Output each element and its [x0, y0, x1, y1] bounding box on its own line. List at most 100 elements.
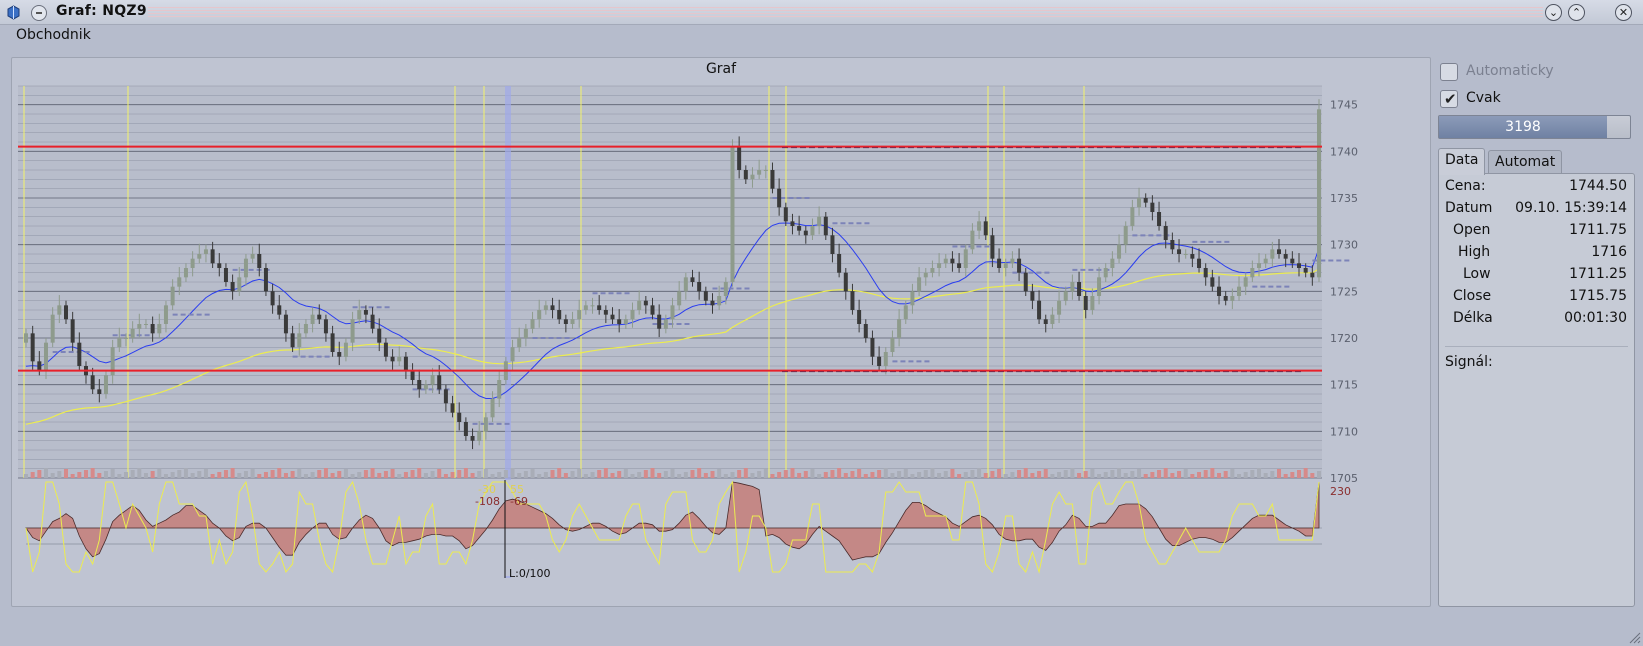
- candle-body[interactable]: [177, 277, 182, 287]
- candle-body[interactable]: [330, 333, 335, 352]
- candle-body[interactable]: [917, 277, 922, 292]
- candle-body[interactable]: [863, 324, 868, 338]
- candle-body[interactable]: [1157, 212, 1162, 226]
- candle-body[interactable]: [157, 324, 162, 334]
- candle-body[interactable]: [843, 272, 848, 292]
- candle-body[interactable]: [650, 305, 655, 315]
- candle-body[interactable]: [123, 338, 128, 339]
- candle-body[interactable]: [37, 361, 42, 371]
- candle-body[interactable]: [237, 277, 242, 292]
- candle-body[interactable]: [283, 314, 288, 334]
- candle-body[interactable]: [297, 333, 302, 348]
- candle-body[interactable]: [983, 221, 988, 236]
- candle-body[interactable]: [1063, 291, 1068, 301]
- candle-body[interactable]: [1003, 263, 1008, 268]
- candle-body[interactable]: [210, 249, 215, 264]
- candle-body[interactable]: [163, 305, 168, 324]
- candle-body[interactable]: [77, 342, 82, 366]
- candle-body[interactable]: [750, 174, 755, 180]
- candle-body[interactable]: [1230, 296, 1235, 301]
- candle-body[interactable]: [923, 272, 928, 278]
- candle-body[interactable]: [583, 305, 588, 310]
- candle-body[interactable]: [657, 314, 662, 329]
- candle-body[interactable]: [223, 268, 228, 282]
- candle-body[interactable]: [1037, 300, 1042, 320]
- candle-body[interactable]: [563, 319, 568, 324]
- candle-body[interactable]: [557, 310, 562, 320]
- candle-body[interactable]: [517, 338, 522, 348]
- candle-body[interactable]: [797, 226, 802, 231]
- candle-body[interactable]: [1257, 263, 1262, 268]
- candle-body[interactable]: [323, 319, 328, 334]
- candle-body[interactable]: [1210, 277, 1215, 287]
- candle-body[interactable]: [1190, 254, 1195, 259]
- candle-body[interactable]: [277, 305, 282, 315]
- close-button[interactable]: ✕: [1615, 4, 1632, 21]
- candle-body[interactable]: [850, 291, 855, 310]
- candle-body[interactable]: [1197, 258, 1202, 268]
- candle-body[interactable]: [437, 375, 442, 390]
- candle-body[interactable]: [477, 431, 482, 441]
- candle-body[interactable]: [1263, 258, 1268, 264]
- candle-body[interactable]: [1297, 263, 1302, 268]
- candle-body[interactable]: [1163, 226, 1168, 240]
- candle-body[interactable]: [250, 254, 255, 259]
- candle-body[interactable]: [43, 342, 48, 371]
- candle-body[interactable]: [450, 403, 455, 413]
- candle-body[interactable]: [370, 314, 375, 329]
- candle-body[interactable]: [1030, 291, 1035, 301]
- candle-body[interactable]: [290, 333, 295, 348]
- candle-body[interactable]: [410, 370, 415, 380]
- candle-body[interactable]: [1083, 296, 1088, 310]
- candle-body[interactable]: [1090, 296, 1095, 310]
- candle-body[interactable]: [343, 342, 348, 357]
- candle-body[interactable]: [337, 352, 342, 357]
- candle-body[interactable]: [1097, 277, 1102, 296]
- candle-body[interactable]: [1250, 268, 1255, 278]
- candle-body[interactable]: [90, 375, 95, 390]
- candle-body[interactable]: [550, 305, 555, 310]
- candle-body[interactable]: [897, 319, 902, 338]
- candle-body[interactable]: [957, 263, 962, 268]
- candle-body[interactable]: [270, 291, 275, 306]
- candle-body[interactable]: [70, 319, 75, 343]
- price-chart[interactable]: 174517401735173017251720171517101705-30-…: [12, 58, 1432, 608]
- candle-body[interactable]: [697, 282, 702, 292]
- candle-body[interactable]: [670, 305, 675, 320]
- candle-body[interactable]: [63, 305, 68, 320]
- candle-body[interactable]: [1243, 277, 1248, 287]
- candle-body[interactable]: [1077, 282, 1082, 296]
- candle-body[interactable]: [997, 258, 1002, 268]
- candle-body[interactable]: [637, 300, 642, 310]
- candle-body[interactable]: [1017, 258, 1022, 273]
- candle-body[interactable]: [397, 356, 402, 362]
- candle-body[interactable]: [143, 324, 148, 325]
- candle-body[interactable]: [610, 314, 615, 320]
- candle-body[interactable]: [803, 230, 808, 236]
- candle-body[interactable]: [903, 305, 908, 320]
- candle-body[interactable]: [743, 170, 748, 180]
- resize-grip-icon[interactable]: [1627, 630, 1641, 644]
- candle-body[interactable]: [823, 216, 828, 236]
- candle-body[interactable]: [590, 305, 595, 307]
- candle-body[interactable]: [1290, 258, 1295, 264]
- candle-body[interactable]: [350, 319, 355, 343]
- candle-body[interactable]: [570, 319, 575, 324]
- candle-body[interactable]: [130, 328, 135, 338]
- candle-body[interactable]: [1123, 226, 1128, 245]
- candle-body[interactable]: [1043, 319, 1048, 324]
- candle-body[interactable]: [857, 310, 862, 324]
- candle-body[interactable]: [617, 319, 622, 324]
- candle-body[interactable]: [1057, 300, 1062, 315]
- candle-body[interactable]: [770, 170, 775, 189]
- candle-body[interactable]: [150, 324, 155, 334]
- candle-body[interactable]: [1130, 207, 1135, 226]
- candle-body[interactable]: [1070, 282, 1075, 292]
- candle-body[interactable]: [190, 258, 195, 268]
- candle-body[interactable]: [690, 277, 695, 282]
- candle-body[interactable]: [710, 300, 715, 306]
- candle-body[interactable]: [497, 380, 502, 399]
- candle-body[interactable]: [763, 170, 768, 171]
- candle-body[interactable]: [50, 314, 55, 343]
- candle-body[interactable]: [737, 146, 742, 170]
